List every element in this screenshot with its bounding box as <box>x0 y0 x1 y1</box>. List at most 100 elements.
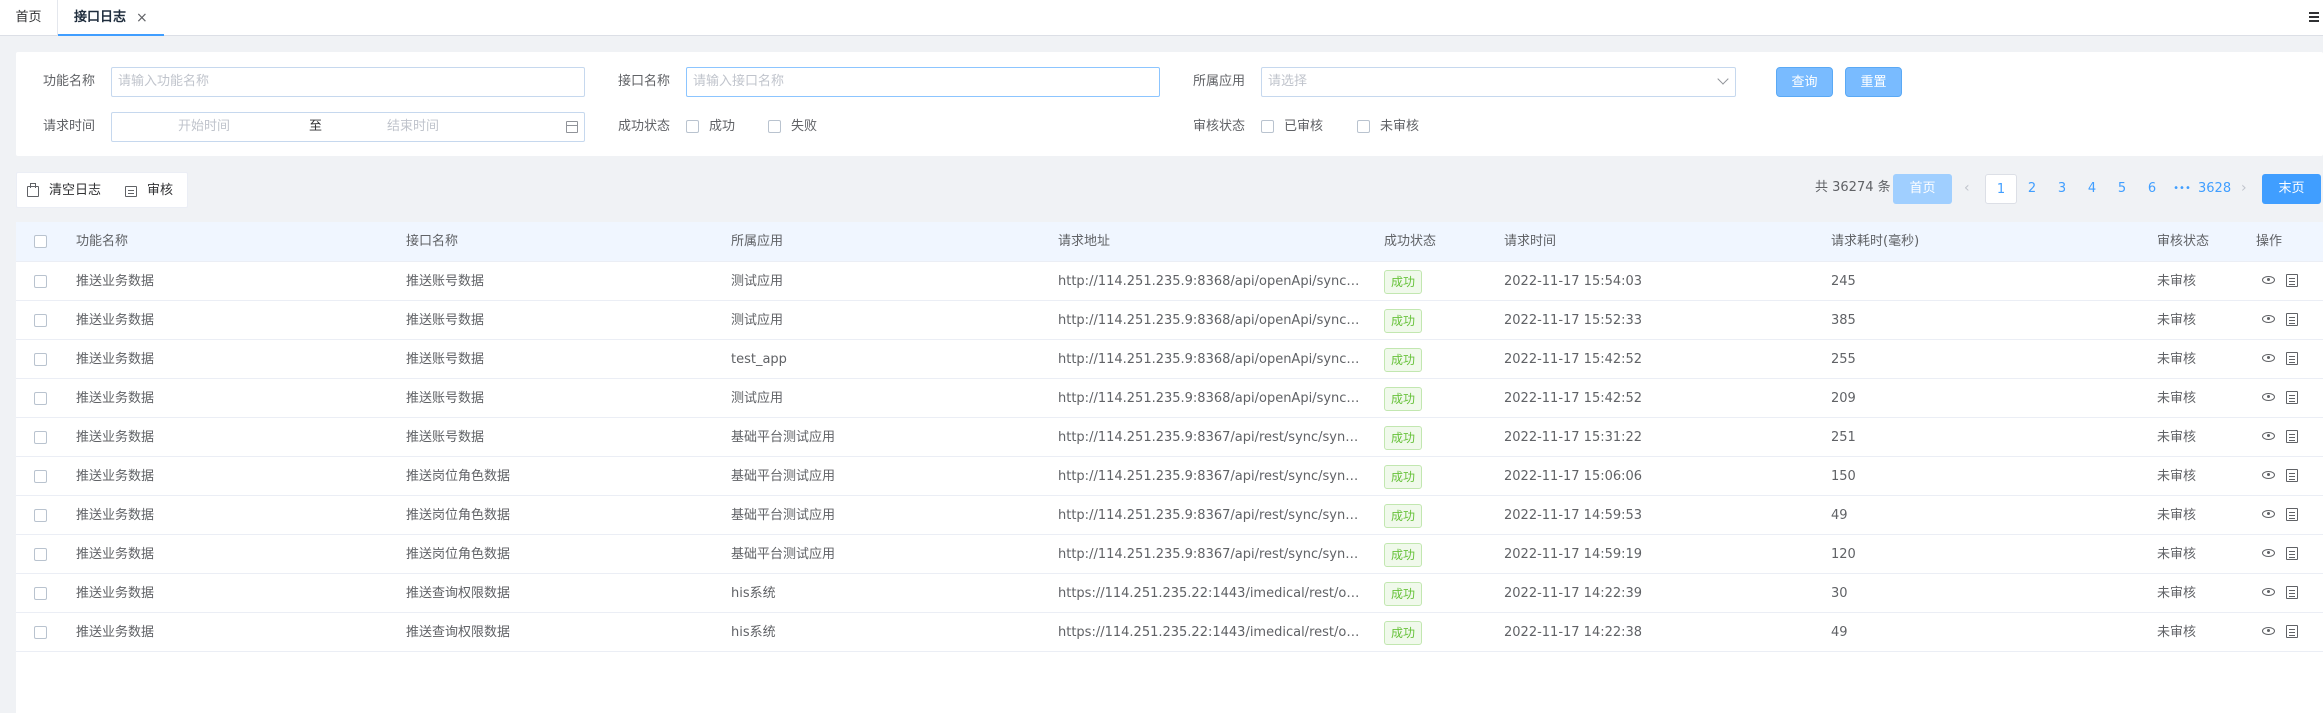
eye-icon[interactable] <box>2262 627 2275 635</box>
page-3[interactable]: 3 <box>2051 174 2073 204</box>
request-time-range[interactable]: 开始时间 至 结束时间 <box>111 112 585 142</box>
audit-status-label: 审核状态 <box>1193 119 1246 134</box>
status-badge: 成功 <box>1384 426 1423 450</box>
close-icon[interactable]: × <box>136 0 148 36</box>
cell-cost: 49 <box>1831 508 1848 523</box>
row-checkbox[interactable] <box>34 314 47 327</box>
audit-icon[interactable] <box>2286 625 2298 638</box>
status-badge: 成功 <box>1384 621 1423 645</box>
eye-icon[interactable] <box>2262 276 2275 284</box>
cell-url: http://114.251.235.9:8367/api/rest/sync/… <box>1058 508 1363 523</box>
row-checkbox[interactable] <box>34 587 47 600</box>
audited-checkbox-label: 已审核 <box>1284 119 1324 134</box>
start-time-input[interactable]: 开始时间 <box>178 113 230 141</box>
table-row[interactable]: 推送业务数据 推送账号数据 测试应用 http://114.251.235.9:836… <box>16 262 2323 301</box>
prev-page-icon[interactable]: ‹ <box>1964 180 1970 196</box>
page-6[interactable]: 6 <box>2141 174 2163 204</box>
audit-icon[interactable] <box>2286 469 2298 482</box>
audit-icon[interactable] <box>2286 313 2298 326</box>
page-2[interactable]: 2 <box>2021 174 2043 204</box>
eye-icon[interactable] <box>2262 393 2275 401</box>
cell-time: 2022-11-17 14:59:53 <box>1504 508 1643 523</box>
table-row[interactable]: 推送业务数据 推送账号数据 基础平台测试应用 http://114.251.235.9… <box>16 418 2323 457</box>
audit-icon[interactable] <box>2286 430 2298 443</box>
page-4[interactable]: 4 <box>2081 174 2103 204</box>
eye-icon[interactable] <box>2262 471 2275 479</box>
audit-icon[interactable] <box>2286 274 2298 287</box>
row-checkbox[interactable] <box>34 353 47 366</box>
cell-cost: 209 <box>1831 391 1856 406</box>
cell-audit: 未审核 <box>2157 430 2197 445</box>
table-row[interactable]: 推送业务数据 推送岗位角色数据 基础平台测试应用 http://114.251.235… <box>16 457 2323 496</box>
audit-icon[interactable] <box>2286 586 2298 599</box>
audit-icon[interactable] <box>2286 508 2298 521</box>
audit-icon[interactable] <box>2286 352 2298 365</box>
tab-api-log[interactable]: 接口日志 × <box>58 0 164 36</box>
col-time: 请求时间 <box>1504 234 1557 249</box>
reset-button[interactable]: 重置 <box>1845 67 1902 97</box>
tab-bar: 首页 接口日志 × <box>0 0 2323 36</box>
audit-icon[interactable] <box>2286 547 2298 560</box>
chevron-down-icon <box>1717 73 1729 85</box>
calendar-icon <box>566 121 578 133</box>
cell-api-name: 推送岗位角色数据 <box>406 547 511 562</box>
table-row[interactable]: 推送业务数据 推送账号数据 测试应用 http://114.251.235.9:836… <box>16 379 2323 418</box>
func-name-label: 功能名称 <box>43 74 96 89</box>
page-5[interactable]: 5 <box>2111 174 2133 204</box>
col-audit: 审核状态 <box>2157 234 2210 249</box>
func-name-input[interactable]: 请输入功能名称 <box>111 67 585 97</box>
eye-icon[interactable] <box>2262 510 2275 518</box>
query-button[interactable]: 查询 <box>1776 67 1833 97</box>
printer-icon <box>27 183 39 197</box>
table-row[interactable]: 推送业务数据 推送查询权限数据 his系统 https://114.251.235.2… <box>16 613 2323 652</box>
audited-checkbox[interactable] <box>1261 120 1274 133</box>
success-status-label: 成功状态 <box>618 119 671 134</box>
row-checkbox[interactable] <box>34 275 47 288</box>
cell-app: 基础平台测试应用 <box>731 547 836 562</box>
table-row[interactable]: 推送业务数据 推送账号数据 测试应用 http://114.251.235.9:836… <box>16 301 2323 340</box>
cell-audit: 未审核 <box>2157 547 2197 562</box>
audit-button[interactable]: 审核 <box>125 173 185 209</box>
success-checkbox[interactable] <box>686 120 699 133</box>
row-checkbox[interactable] <box>34 509 47 522</box>
table-row[interactable]: 推送业务数据 推送岗位角色数据 基础平台测试应用 http://114.251.235… <box>16 496 2323 535</box>
tab-home[interactable]: 首页 <box>0 0 58 36</box>
menu-icon[interactable] <box>2309 12 2319 22</box>
toolbar: 清空日志 审核 <box>16 172 188 208</box>
cell-cost: 251 <box>1831 430 1856 445</box>
page-last-number[interactable]: 3628 <box>2198 174 2231 204</box>
fail-checkbox[interactable] <box>768 120 781 133</box>
row-checkbox[interactable] <box>34 431 47 444</box>
eye-icon[interactable] <box>2262 549 2275 557</box>
eye-icon[interactable] <box>2262 315 2275 323</box>
first-page-button[interactable]: 首页 <box>1893 174 1952 204</box>
api-name-input[interactable]: 请输入接口名称 <box>686 67 1160 97</box>
status-badge: 成功 <box>1384 270 1423 294</box>
eye-icon[interactable] <box>2262 354 2275 362</box>
next-page-icon[interactable]: › <box>2241 180 2247 196</box>
unaudited-checkbox[interactable] <box>1357 120 1370 133</box>
select-all-checkbox[interactable] <box>34 235 47 248</box>
eye-icon[interactable] <box>2262 588 2275 596</box>
row-checkbox[interactable] <box>34 392 47 405</box>
cell-api-name: 推送查询权限数据 <box>406 586 511 601</box>
end-time-input[interactable]: 结束时间 <box>387 113 439 141</box>
cell-time: 2022-11-17 14:59:19 <box>1504 547 1643 562</box>
row-checkbox[interactable] <box>34 548 47 561</box>
audit-icon[interactable] <box>2286 391 2298 404</box>
table-row[interactable]: 推送业务数据 推送查询权限数据 his系统 https://114.251.235.2… <box>16 574 2323 613</box>
row-checkbox[interactable] <box>34 626 47 639</box>
last-page-button[interactable]: 末页 <box>2262 174 2321 204</box>
clear-log-button[interactable]: 清空日志 <box>27 173 109 209</box>
cell-app: 测试应用 <box>731 313 784 328</box>
page-ellipsis[interactable]: ••• <box>2171 174 2193 204</box>
page-1[interactable]: 1 <box>1985 174 2017 204</box>
table-row[interactable]: 推送业务数据 推送账号数据 test_app http://114.251.235.9… <box>16 340 2323 379</box>
app-select[interactable]: 请选择 <box>1261 67 1736 97</box>
audit-label: 审核 <box>147 183 174 198</box>
row-checkbox[interactable] <box>34 470 47 483</box>
cell-audit: 未审核 <box>2157 313 2197 328</box>
cell-app: test_app <box>731 352 787 367</box>
eye-icon[interactable] <box>2262 432 2275 440</box>
table-row[interactable]: 推送业务数据 推送岗位角色数据 基础平台测试应用 http://114.251.235… <box>16 535 2323 574</box>
